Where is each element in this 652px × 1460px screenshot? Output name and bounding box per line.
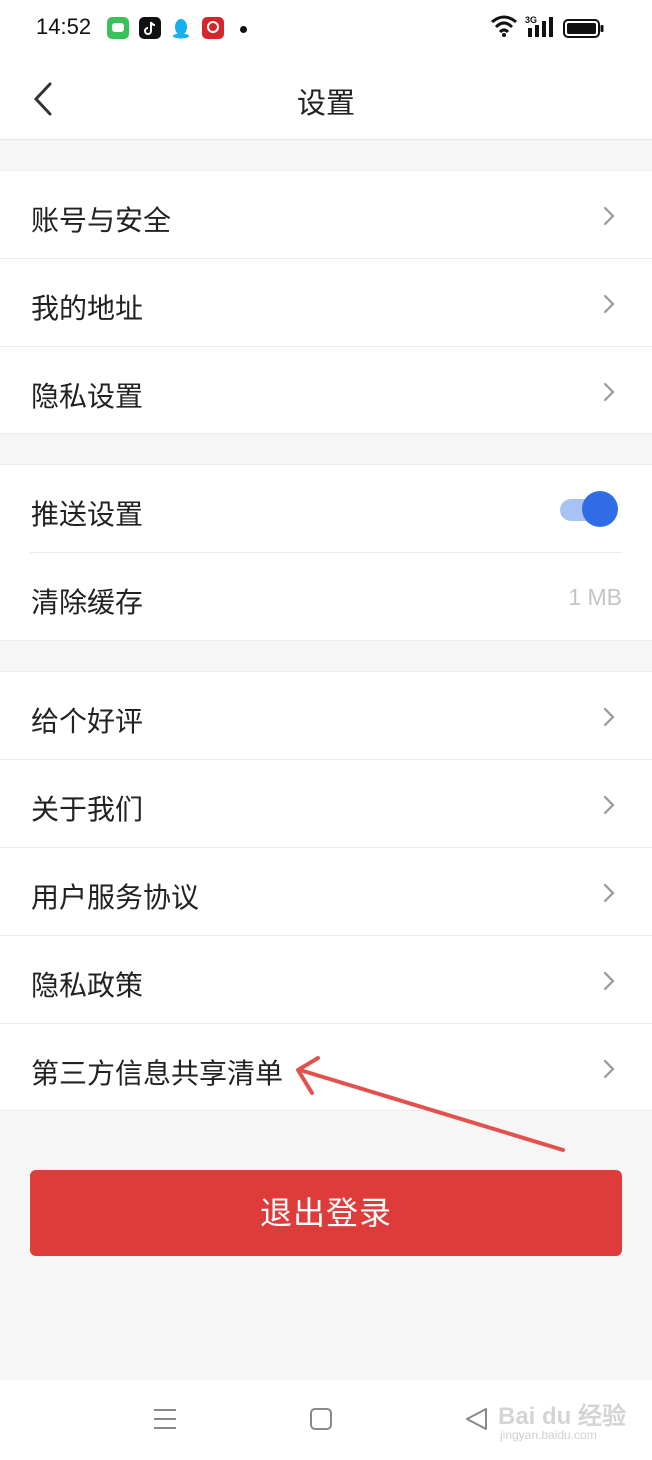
settings-item-label: 推送设置 (31, 498, 144, 531)
chevron-right-icon (603, 206, 615, 226)
page-title: 设置 (296, 86, 355, 120)
chevron-right-icon (603, 382, 615, 402)
watermark-brand: Bai du 经验 (498, 1403, 627, 1430)
back-triangle-icon[interactable] (464, 1406, 490, 1436)
chevron-right-icon (603, 707, 615, 727)
cache-size-value: 1 MB (568, 584, 622, 610)
tiktok-app-icon (139, 17, 161, 39)
settings-item-about-us[interactable]: 关于我们 (0, 760, 652, 848)
push-toggle[interactable] (560, 491, 618, 527)
toggle-knob (582, 491, 618, 527)
chevron-right-icon (603, 1059, 615, 1079)
title-bar: 设置 (0, 58, 652, 140)
settings-group-app: 推送设置 清除缓存 1 MB (0, 464, 652, 641)
logout-button[interactable]: 退出登录 (30, 1170, 622, 1256)
settings-item-label: 给个好评 (31, 705, 144, 738)
settings-item-label: 隐私设置 (31, 380, 144, 413)
red-app-icon (202, 17, 224, 39)
settings-group-about: 给个好评 关于我们 用户服务协议 隐私政策 第三方信息共享清单 (0, 671, 652, 1111)
settings-group-account: 账号与安全 我的地址 隐私设置 (0, 170, 652, 434)
network-type-label: 3G (525, 15, 537, 25)
wechat-app-icon (107, 17, 129, 39)
chevron-right-icon (603, 971, 615, 991)
settings-item-my-address[interactable]: 我的地址 (0, 259, 652, 347)
battery-icon (563, 18, 605, 44)
qq-app-icon (170, 17, 192, 39)
chevron-right-icon (603, 795, 615, 815)
status-time: 14:52 (36, 14, 92, 39)
baidu-watermark: Bai du 经验 jingyan.baidu.com (498, 1390, 628, 1450)
settings-item-label: 账号与安全 (31, 204, 172, 237)
cellular-signal-icon: 3G (524, 14, 556, 44)
chevron-right-icon (603, 883, 615, 903)
settings-item-user-agreement[interactable]: 用户服务协议 (0, 848, 652, 936)
settings-item-label: 隐私政策 (31, 969, 144, 1002)
settings-item-push: 推送设置 (0, 465, 652, 553)
chevron-right-icon (603, 294, 615, 314)
settings-item-privacy-settings[interactable]: 隐私设置 (0, 347, 652, 435)
notification-dot-icon (240, 26, 247, 33)
settings-item-third-party-sharing[interactable]: 第三方信息共享清单 (0, 1024, 652, 1112)
settings-item-label: 我的地址 (31, 292, 144, 325)
settings-item-label: 用户服务协议 (31, 881, 200, 914)
settings-item-account-security[interactable]: 账号与安全 (0, 171, 652, 259)
settings-item-privacy-policy[interactable]: 隐私政策 (0, 936, 652, 1024)
settings-item-clear-cache[interactable]: 清除缓存 1 MB (0, 553, 652, 641)
settings-item-label: 关于我们 (31, 793, 144, 826)
home-square-icon[interactable] (309, 1406, 333, 1436)
watermark-site: jingyan.baidu.com (500, 1428, 597, 1442)
menu-icon[interactable] (153, 1406, 177, 1436)
settings-item-label: 第三方信息共享清单 (31, 1057, 284, 1090)
settings-item-label: 清除缓存 (31, 586, 144, 619)
wifi-icon (490, 14, 518, 42)
settings-item-rate[interactable]: 给个好评 (0, 672, 652, 760)
status-bar: 14:52 3G (0, 0, 652, 58)
